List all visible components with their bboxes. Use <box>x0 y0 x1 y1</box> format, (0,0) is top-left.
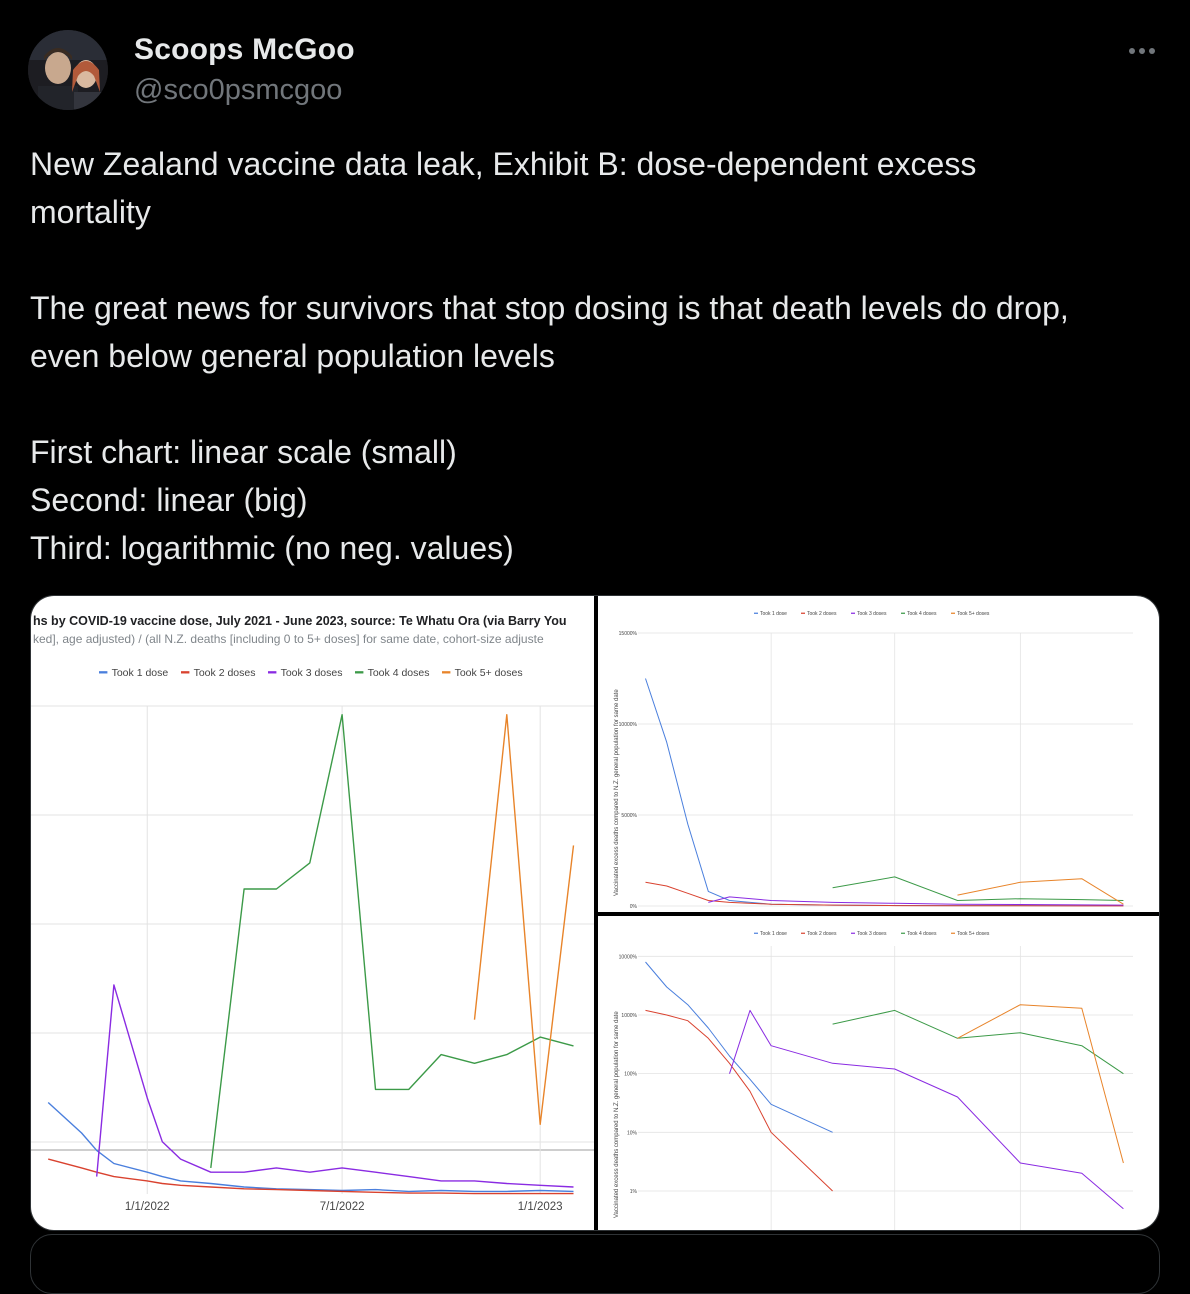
tweet-text: New Zealand vaccine data leak, Exhibit B… <box>30 140 1170 572</box>
tweet-line: The great news for survivors that stop d… <box>30 290 1069 326</box>
y-tick-label: 10000% <box>619 722 638 728</box>
series-line <box>645 678 1124 907</box>
series-line <box>645 881 1124 907</box>
y-tick-label: 0% <box>630 904 638 910</box>
y-axis-ticks: 0% 5000% 10000% 15000% <box>619 631 638 910</box>
ellipsis-icon[interactable] <box>1124 36 1164 66</box>
chart-title: hs by COVID-19 vaccine dose, July 2021 -… <box>33 614 567 628</box>
chart-logarithmic: Took 1 dose Took 2 doses Took 3 doses Took … <box>614 931 1133 1230</box>
chart-series <box>645 678 1124 907</box>
y-tick-label: 10000% <box>619 954 638 960</box>
chart-grid <box>31 705 594 1194</box>
chart-image-linear-big[interactable]: Took 1 dose Took 2 doses Took 3 doses Took … <box>598 596 1159 912</box>
series-line <box>210 714 574 1168</box>
legend-label: Took 3 doses <box>857 931 887 937</box>
y-axis-ticks: 1% 10% 100% 1000% 10000% <box>619 954 638 1195</box>
y-tick-label: 100% <box>624 1072 637 1078</box>
series-line <box>645 961 833 1133</box>
chart-legend: Took 1 dose Took 2 doses Took 3 doses Took … <box>99 667 523 679</box>
chart-linear-small: hs by COVID-19 vaccine dose, July 2021 -… <box>31 614 594 1213</box>
legend-label: Took 3 doses <box>857 611 887 617</box>
tweet-line: New Zealand vaccine data leak, Exhibit B… <box>30 146 977 182</box>
chart-subtitle: ked], age adjusted) / (all N.Z. deaths [… <box>33 632 544 646</box>
tweet-line: even below general population levels <box>30 338 555 374</box>
chart-legend: Took 1 dose Took 2 doses Took 3 doses Took … <box>754 931 990 937</box>
avatar[interactable] <box>28 30 108 110</box>
chart-series <box>47 714 575 1195</box>
series-line <box>832 1009 1124 1075</box>
series-line <box>473 714 575 1125</box>
series-line <box>729 1009 1124 1210</box>
tweet-line: First chart: linear scale (small) <box>30 434 457 470</box>
display-name[interactable]: Scoops McGoo <box>134 33 355 67</box>
chart-series <box>645 961 1124 1210</box>
legend-label: Took 5+ doses <box>957 611 990 617</box>
x-tick-label: 7/1/2022 <box>320 1201 365 1213</box>
chart-grid <box>638 946 1133 1230</box>
chart-image-linear-small[interactable]: hs by COVID-19 vaccine dose, July 2021 -… <box>31 596 594 1230</box>
x-tick-label: 1/1/2022 <box>125 1201 170 1213</box>
tweet-line: mortality <box>30 194 151 230</box>
y-axis-label: Vaccinated excess deaths compared to N.Z… <box>614 689 620 896</box>
y-tick-label: 1000% <box>621 1013 637 1019</box>
legend-label: Took 4 doses <box>907 931 937 937</box>
media-grid[interactable]: hs by COVID-19 vaccine dose, July 2021 -… <box>30 595 1160 1231</box>
legend-label: Took 4 doses <box>907 611 937 617</box>
y-tick-label: 1% <box>630 1189 638 1195</box>
chart-legend: Took 1 dose Took 2 doses Took 3 doses Took … <box>754 611 990 617</box>
tweet-line: Third: logarithmic (no neg. values) <box>30 530 514 566</box>
legend-label: Took 2 doses <box>807 611 837 617</box>
y-tick-label: 10% <box>627 1130 638 1136</box>
y-tick-label: 5000% <box>621 813 637 819</box>
legend-label: Took 2 doses <box>194 667 256 679</box>
next-tweet-card[interactable] <box>30 1234 1160 1294</box>
legend-label: Took 3 doses <box>281 667 343 679</box>
legend-label: Took 5+ doses <box>957 931 990 937</box>
legend-label: Took 2 doses <box>807 931 837 937</box>
chart-linear-big: Took 1 dose Took 2 doses Took 3 doses Took … <box>614 611 1133 910</box>
y-tick-label: 15000% <box>619 631 638 637</box>
legend-label: Took 5+ doses <box>455 667 523 679</box>
chart-image-logarithmic[interactable]: Took 1 dose Took 2 doses Took 3 doses Took … <box>598 916 1159 1230</box>
x-tick-label: 1/1/2023 <box>518 1201 563 1213</box>
series-line <box>832 876 1124 901</box>
series-line <box>645 1009 833 1192</box>
tweet-line: Second: linear (big) <box>30 482 308 518</box>
legend-label: Took 1 dose <box>760 611 787 617</box>
legend-label: Took 1 dose <box>112 667 169 679</box>
user-handle[interactable]: @sco0psmcgoo <box>134 74 342 107</box>
y-axis-label: Vaccinated excess deaths compared to N.Z… <box>614 1011 620 1218</box>
series-line <box>48 1158 574 1195</box>
legend-label: Took 4 doses <box>368 667 430 679</box>
x-axis-ticks: 1/1/2022 7/1/2022 1/1/2023 <box>125 1201 563 1213</box>
series-line <box>957 1004 1124 1164</box>
chart-grid <box>638 632 1133 907</box>
series-line <box>96 984 574 1188</box>
legend-label: Took 1 dose <box>760 931 787 937</box>
